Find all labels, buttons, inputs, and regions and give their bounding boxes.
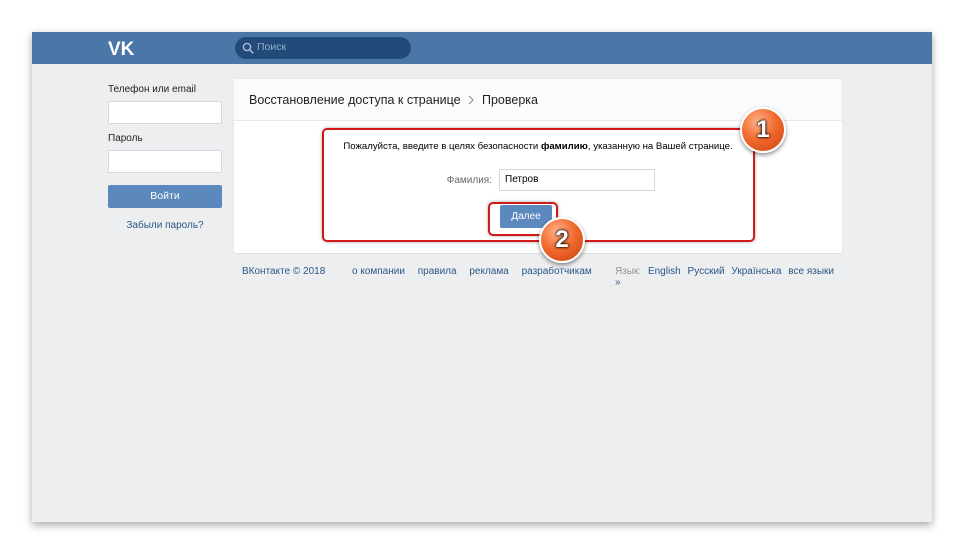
- language-selector: Язык: English Русский Українська все язы…: [615, 266, 842, 288]
- footer-link-developers[interactable]: разработчикам: [522, 266, 592, 277]
- phone-email-field[interactable]: [108, 101, 222, 124]
- language-label: Язык:: [615, 266, 642, 277]
- forgot-password-link[interactable]: Забыли пароль?: [108, 220, 222, 231]
- svg-text:VK: VK: [108, 39, 135, 57]
- vk-logo-icon[interactable]: VK: [108, 39, 136, 57]
- login-button[interactable]: Войти: [108, 185, 222, 208]
- breadcrumb-verification: Проверка: [482, 93, 538, 107]
- language-english[interactable]: English: [648, 266, 681, 277]
- search-icon: [242, 42, 254, 54]
- footer-copyright[interactable]: ВКонтакте © 2018: [242, 266, 325, 277]
- footer-link-about[interactable]: о компании: [352, 266, 405, 277]
- browser-viewport: VK Поиск Телефон или email Пароль Войти …: [32, 32, 932, 522]
- step-badge-1: 1: [740, 107, 786, 153]
- password-label: Пароль: [108, 133, 143, 144]
- footer-links: о компании правила реклама разработчикам: [352, 266, 602, 277]
- login-panel: Телефон или email Пароль Войти Забыли па…: [108, 84, 223, 231]
- top-bar: VK Поиск: [32, 32, 932, 64]
- password-field[interactable]: [108, 150, 222, 173]
- search-placeholder: Поиск: [257, 41, 287, 53]
- chevron-right-icon: [468, 95, 474, 105]
- language-ukrainian[interactable]: Українська: [731, 266, 781, 277]
- phone-email-label: Телефон или email: [108, 84, 196, 95]
- language-russian[interactable]: Русский: [688, 266, 725, 277]
- step-badge-2: 2: [539, 217, 585, 263]
- search-input[interactable]: Поиск: [235, 37, 411, 59]
- footer-link-ads[interactable]: реклама: [469, 266, 508, 277]
- breadcrumb-recovery[interactable]: Восстановление доступа к странице: [249, 93, 461, 107]
- footer-link-rules[interactable]: правила: [418, 266, 457, 277]
